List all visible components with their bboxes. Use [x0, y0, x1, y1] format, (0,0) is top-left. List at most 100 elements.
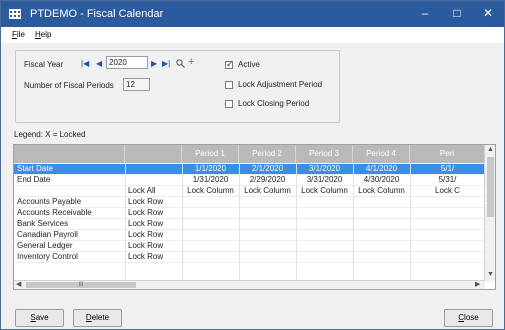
table-cell[interactable]: [356, 241, 407, 251]
table-cell[interactable]: [242, 241, 293, 251]
add-new-icon[interactable]: +: [188, 56, 194, 68]
table-cell[interactable]: 5/1/: [413, 164, 482, 174]
menu-file[interactable]: File: [12, 30, 25, 39]
vertical-scroll-thumb[interactable]: [487, 157, 494, 217]
table-cell[interactable]: [299, 252, 350, 262]
table-row[interactable]: Lock All Lock Column Lock Column Lock Colum…: [14, 186, 484, 196]
table-cell[interactable]: Lock Row: [128, 208, 179, 218]
table-cell[interactable]: [185, 252, 236, 262]
table-cell[interactable]: [185, 241, 236, 251]
table-cell[interactable]: [299, 241, 350, 251]
grid-header-lock[interactable]: [125, 145, 182, 163]
table-cell[interactable]: [299, 208, 350, 218]
table-cell[interactable]: [356, 252, 407, 262]
table-cell[interactable]: 1/1/2020: [185, 164, 236, 174]
table-cell[interactable]: [413, 241, 482, 251]
table-row[interactable]: General Ledger Lock Row: [14, 241, 484, 251]
table-cell[interactable]: [185, 208, 236, 218]
scroll-down-icon[interactable]: ▼: [487, 271, 494, 278]
table-cell[interactable]: 5/31/: [413, 175, 482, 185]
table-cell[interactable]: Lock Row: [128, 230, 179, 240]
minimize-button[interactable]: –: [410, 4, 440, 22]
next-record-icon[interactable]: ▶: [151, 59, 157, 68]
table-cell[interactable]: General Ledger: [17, 241, 122, 251]
grid-header-period-2[interactable]: Period 2: [239, 145, 296, 163]
table-cell[interactable]: [413, 208, 482, 218]
table-cell[interactable]: [185, 197, 236, 207]
table-cell[interactable]: 2/1/2020: [242, 164, 293, 174]
table-cell[interactable]: [242, 219, 293, 229]
table-cell[interactable]: [128, 175, 179, 185]
last-record-icon[interactable]: ▶|: [162, 59, 170, 68]
table-cell[interactable]: [242, 197, 293, 207]
table-cell[interactable]: Accounts Payable: [17, 197, 122, 207]
title-bar[interactable]: PTDEMO - Fiscal Calendar – □ ✕: [1, 1, 504, 27]
table-cell[interactable]: [356, 219, 407, 229]
table-cell[interactable]: Lock Row: [128, 241, 179, 251]
table-cell[interactable]: 2/29/2020: [242, 175, 293, 185]
table-cell[interactable]: Lock All: [128, 186, 179, 196]
table-cell[interactable]: Lock Column: [242, 186, 293, 196]
table-cell[interactable]: Lock Column: [299, 186, 350, 196]
table-row[interactable]: Accounts Receivable Lock Row: [14, 208, 484, 218]
table-cell[interactable]: Lock Column: [356, 186, 407, 196]
horizontal-scroll-thumb[interactable]: III: [26, 282, 136, 288]
table-row[interactable]: Accounts Payable Lock Row: [14, 197, 484, 207]
table-cell[interactable]: Lock Row: [128, 197, 179, 207]
table-cell[interactable]: [299, 197, 350, 207]
table-cell[interactable]: [413, 219, 482, 229]
table-cell[interactable]: [242, 252, 293, 262]
table-row[interactable]: Bank Services Lock Row: [14, 219, 484, 229]
table-cell[interactable]: Accounts Receivable: [17, 208, 122, 218]
table-row[interactable]: Start Date 1/1/2020 2/1/2020 3/1/2020 4/1/20…: [14, 164, 484, 174]
table-cell[interactable]: [242, 230, 293, 240]
table-cell[interactable]: [356, 197, 407, 207]
table-cell[interactable]: [356, 208, 407, 218]
table-cell[interactable]: Lock C: [413, 186, 482, 196]
table-cell[interactable]: Inventory Control: [17, 252, 122, 262]
table-cell[interactable]: Lock Row: [128, 219, 179, 229]
zoom-finder-icon[interactable]: [176, 59, 185, 68]
table-cell[interactable]: [413, 230, 482, 240]
scroll-right-icon[interactable]: ▶: [475, 280, 480, 288]
grid-header-name[interactable]: [14, 145, 125, 163]
close-window-button[interactable]: ✕: [473, 4, 503, 22]
table-cell[interactable]: Start Date: [17, 164, 122, 174]
table-cell[interactable]: [299, 230, 350, 240]
close-button[interactable]: Close: [444, 309, 493, 327]
lock-adjustment-checkbox[interactable]: [225, 81, 233, 89]
grid-header-period-4[interactable]: Period 4: [353, 145, 410, 163]
table-cell[interactable]: [185, 219, 236, 229]
lock-closing-checkbox[interactable]: [225, 100, 233, 108]
horizontal-scrollbar[interactable]: ◀ III ▶: [14, 280, 485, 289]
table-cell[interactable]: [356, 230, 407, 240]
table-cell[interactable]: Canadian Payroll: [17, 230, 122, 240]
menu-help[interactable]: Help: [35, 30, 51, 39]
fiscal-year-input[interactable]: 2020: [106, 56, 148, 69]
maximize-button[interactable]: □: [442, 4, 472, 22]
table-cell[interactable]: [128, 164, 179, 174]
table-cell[interactable]: 4/1/2020: [356, 164, 407, 174]
save-button[interactable]: Save: [15, 309, 64, 327]
vertical-scrollbar[interactable]: ▲ ▼: [484, 145, 495, 282]
table-cell[interactable]: Lock Column: [185, 186, 236, 196]
table-cell[interactable]: 4/30/2020: [356, 175, 407, 185]
table-row[interactable]: Canadian Payroll Lock Row: [14, 230, 484, 240]
table-cell[interactable]: [185, 230, 236, 240]
table-row[interactable]: Inventory Control Lock Row: [14, 252, 484, 262]
grid-header-period-3[interactable]: Period 3: [296, 145, 353, 163]
previous-record-icon[interactable]: ◀: [96, 59, 102, 68]
table-cell[interactable]: Bank Services: [17, 219, 122, 229]
table-cell[interactable]: 1/31/2020: [185, 175, 236, 185]
grid-header-period-1[interactable]: Period 1: [182, 145, 239, 163]
fiscal-period-grid[interactable]: Period 1 Period 2 Period 3 Period 4 Peri…: [13, 144, 496, 290]
table-cell[interactable]: [17, 186, 122, 196]
first-record-icon[interactable]: |◀: [81, 59, 89, 68]
delete-button[interactable]: Delete: [73, 309, 122, 327]
table-cell[interactable]: 3/31/2020: [299, 175, 350, 185]
scroll-left-icon[interactable]: ◀: [16, 280, 21, 288]
table-cell[interactable]: [413, 252, 482, 262]
grid-header-period-5[interactable]: Peri: [410, 145, 485, 163]
table-cell[interactable]: [413, 197, 482, 207]
table-cell[interactable]: [242, 208, 293, 218]
